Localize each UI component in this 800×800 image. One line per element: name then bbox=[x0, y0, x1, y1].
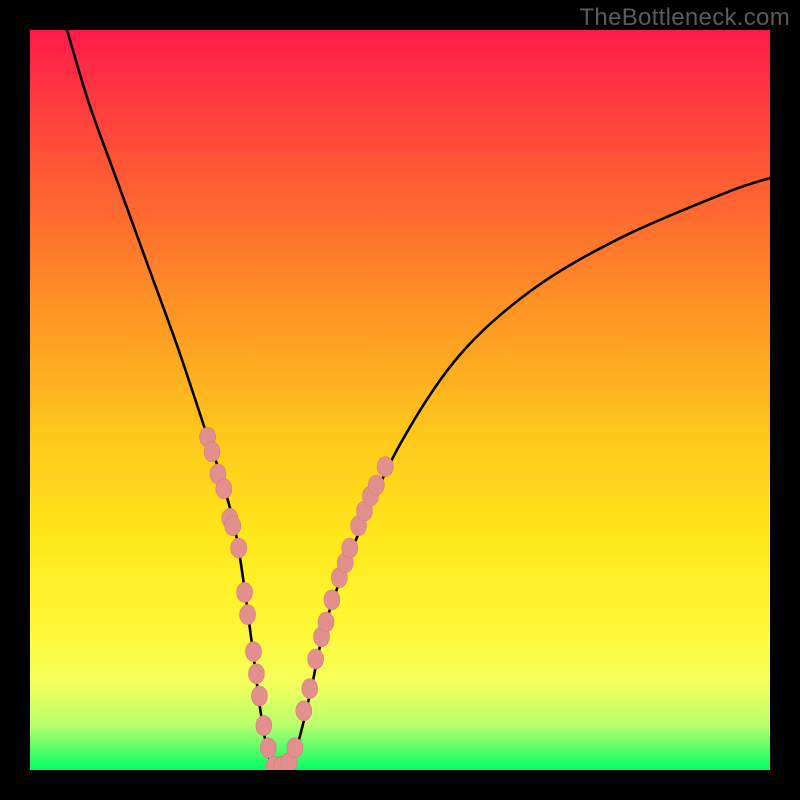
marker-point bbox=[318, 612, 334, 632]
watermark: TheBottleneck.com bbox=[579, 4, 790, 32]
plot-area bbox=[30, 30, 770, 770]
marker-point bbox=[248, 664, 264, 684]
marker-point bbox=[368, 475, 384, 495]
marker-point bbox=[377, 457, 393, 477]
marker-point bbox=[237, 582, 253, 602]
marker-point bbox=[204, 442, 220, 462]
marker-point bbox=[251, 686, 267, 706]
marker-point bbox=[225, 516, 241, 536]
marker-point bbox=[287, 738, 303, 758]
marker-point bbox=[245, 642, 261, 662]
marker-point bbox=[240, 605, 256, 625]
marker-point bbox=[308, 649, 324, 669]
bottleneck-curve bbox=[67, 30, 770, 770]
marker-group bbox=[200, 427, 394, 770]
marker-point bbox=[216, 479, 232, 499]
marker-point bbox=[231, 538, 247, 558]
marker-point bbox=[342, 538, 358, 558]
marker-point bbox=[256, 716, 272, 736]
chart-svg bbox=[30, 30, 770, 770]
marker-point bbox=[260, 738, 276, 758]
marker-point bbox=[296, 701, 312, 721]
chart-frame: TheBottleneck.com bbox=[0, 0, 800, 800]
marker-point bbox=[324, 590, 340, 610]
marker-point bbox=[302, 679, 318, 699]
